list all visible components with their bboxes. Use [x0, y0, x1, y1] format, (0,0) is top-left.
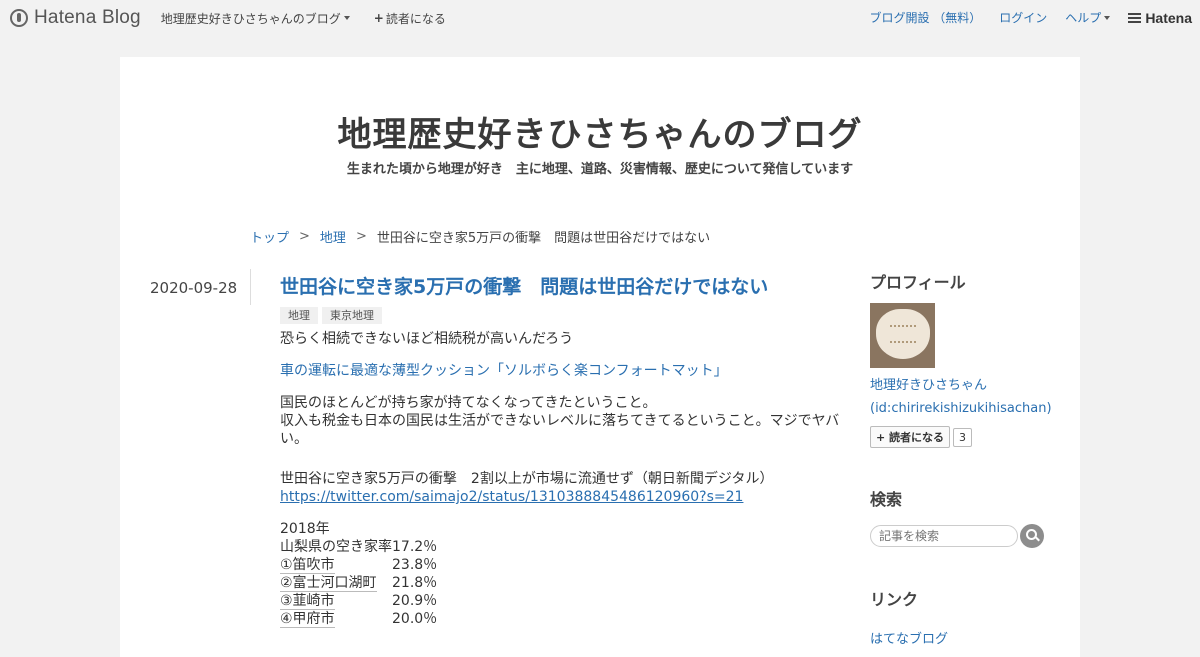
entry-tags: 地理 東京地理 [280, 307, 850, 324]
global-header-left: Hatena Blog 地理歴史好きひさちゃんのブログ + 読者になる [10, 7, 446, 29]
entry-lead: 恐らく相続できないほど相続税が高いんだろう [280, 331, 574, 347]
stats-value: 17.2％ [392, 539, 438, 555]
entry-text-line: 国民のほとんどが持ち家が持てなくなってきたということ。 [280, 395, 657, 411]
subscribe-row: + 読者になる 3 [870, 426, 1070, 448]
promo-link[interactable]: 車の運転に最適な薄型クッション「ソルボらく楽コンフォートマット」 [280, 362, 850, 380]
search-form [870, 524, 1070, 548]
global-header-right: ブログ開設 （無料） ログイン ヘルプ Hatena [851, 9, 1192, 26]
stats-row: 山梨県の空き家率 17.2％ [280, 538, 850, 556]
hatena-brand-link[interactable]: Hatena [1128, 10, 1192, 26]
breadcrumb: トップ > 地理 > 世田谷に空き家5万戸の衝撃 問題は世田谷だけではない [250, 227, 710, 246]
stats-value: 23.8％ [392, 557, 438, 573]
chevron-down-icon [343, 16, 350, 20]
twitter-link[interactable]: https://twitter.com/saimajo2/status/1310… [280, 489, 743, 505]
blog-container: 地理歴史好きひさちゃんのブログ 生まれた頃から地理が好き 主に地理、道路、災害情… [120, 57, 1080, 657]
help-label: ヘルプ [1065, 11, 1102, 25]
stats-label-link[interactable]: ②富士河口湖町 [280, 575, 377, 592]
search-title: 検索 [870, 490, 903, 509]
entry-date[interactable]: 2020-09-28 [150, 279, 237, 297]
blog-description: 生まれた頃から地理が好き 主に地理、道路、災害情報、歴史について発信しています [346, 162, 854, 177]
hatena-blog-logo-icon [10, 9, 28, 27]
hatena-blog-logo-text: Hatena Blog [34, 7, 141, 28]
tag-tokyo-chiri[interactable]: 東京地理 [322, 307, 382, 324]
link-item[interactable]: はてなブログ [870, 628, 1070, 647]
stats-value: 21.8％ [392, 575, 438, 591]
breadcrumb-separator: > [299, 229, 310, 244]
twitter-link-wrapper: https://twitter.com/saimajo2/status/1310… [280, 488, 850, 506]
vacancy-stats: 2018年 山梨県の空き家率 17.2％ ①笛吹市 23.8％ ②富士河口湖町 … [280, 520, 850, 628]
sidebar-subscribe-button[interactable]: + 読者になる [870, 426, 951, 448]
blog-menu-dropdown[interactable]: 地理歴史好きひさちゃんのブログ [161, 10, 350, 27]
entry-text-line: 収入も税金も日本の国民は生活ができないレベルに落ちてきてるということ。マジでヤバ… [280, 413, 840, 447]
stats-year: 2018年 [280, 521, 330, 537]
stats-value: 20.0％ [392, 611, 438, 627]
search-input[interactable] [870, 525, 1018, 547]
search-button[interactable] [1020, 524, 1044, 548]
help-dropdown[interactable]: ヘルプ [1065, 9, 1111, 26]
profile-name-link[interactable]: 地理好きひさちゃん [870, 374, 1070, 393]
breadcrumb-separator: > [355, 229, 367, 244]
avatar[interactable] [870, 303, 935, 368]
entry-title[interactable]: 世田谷に空き家5万戸の衝撃 問題は世田谷だけではない [280, 275, 850, 299]
stats-label-link[interactable]: ①笛吹市 [280, 557, 335, 574]
stats-row: ④甲府市 20.0％ [280, 610, 850, 628]
profile-title: プロフィール [870, 273, 966, 292]
stats-value: 20.9％ [392, 593, 438, 609]
breadcrumb-category-link[interactable]: 地理 [320, 227, 346, 246]
links-module: リンク はてなブログ [870, 586, 1070, 647]
breadcrumb-current: 世田谷に空き家5万戸の衝撃 問題は世田谷だけではない [376, 231, 711, 246]
blog-menu-label: 地理歴史好きひさちゃんのブログ [160, 11, 341, 26]
global-header: Hatena Blog 地理歴史好きひさちゃんのブログ + 読者になる ブログ開… [0, 0, 1200, 36]
links-title: リンク [870, 590, 919, 609]
search-module: 検索 [870, 486, 1070, 548]
header-subscribe-label: 読者になる [385, 11, 446, 26]
hatena-blog-logo[interactable]: Hatena Blog [10, 7, 141, 29]
open-blog-link[interactable]: ブログ開設 （無料） [869, 9, 981, 26]
sidebar-subscribe-label: 読者になる [889, 431, 945, 444]
plus-icon: + [373, 11, 384, 25]
hatena-brand-text: Hatena [1145, 9, 1192, 26]
hatena-mark-icon [1128, 11, 1142, 25]
blog-title[interactable]: 地理歴史好きひさちゃんのブログ [120, 107, 1080, 156]
heart-plate-icon [876, 309, 930, 359]
profile-module: プロフィール 地理好きひさちゃん (id:chirirekishizukihis… [870, 269, 1070, 448]
header-subscribe-button[interactable]: + 読者になる [374, 10, 446, 27]
entry-quote: 世田谷に空き家5万戸の衝撃 2割以上が市場に流通せず（朝日新聞デジタル） [280, 471, 774, 487]
stats-label-link[interactable]: ④甲府市 [280, 611, 335, 628]
stats-row: ②富士河口湖町 21.8％ [280, 574, 850, 592]
breadcrumb-top-link[interactable]: トップ [250, 227, 289, 246]
date-divider [250, 269, 251, 305]
entry-article: 世田谷に空き家5万戸の衝撃 問題は世田谷だけではない 地理 東京地理 恐らく相続… [280, 275, 850, 628]
entry-paragraph: 国民のほとんどが持ち家が持てなくなってきたということ。 収入も税金も日本の国民は… [280, 394, 850, 448]
tag-chiri[interactable]: 地理 [280, 307, 318, 324]
stats-label-link[interactable]: ③韮崎市 [280, 593, 335, 610]
profile-id-link[interactable]: (id:chirirekishizukihisachan) [870, 401, 1070, 416]
chevron-down-icon [1104, 15, 1111, 20]
stats-row: ③韮崎市 20.9％ [280, 592, 850, 610]
sidebar: プロフィール 地理好きひさちゃん (id:chirirekishizukihis… [870, 269, 1070, 647]
stats-row: ①笛吹市 23.8％ [280, 556, 850, 574]
plus-icon: + [876, 431, 890, 444]
subscriber-count[interactable]: 3 [953, 427, 973, 447]
stats-label: 山梨県の空き家率 [280, 539, 392, 555]
login-link[interactable]: ログイン [999, 9, 1047, 26]
